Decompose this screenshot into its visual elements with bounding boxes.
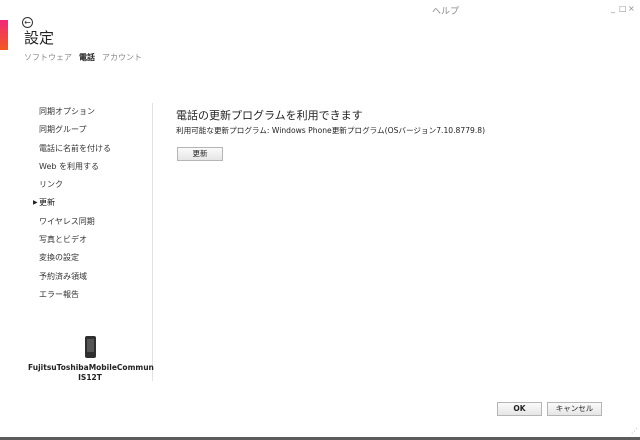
sidebar-item-label: ワイヤレス同期 [39, 216, 95, 226]
sidebar-item-photos-videos[interactable]: 写真とビデオ [28, 231, 152, 249]
device-info: FujitsuToshibaMobileCommun IS12T [28, 336, 154, 383]
tab-account[interactable]: アカウント [102, 52, 142, 63]
back-arrow-icon: ← [24, 18, 31, 27]
cancel-button[interactable]: キャンセル [547, 402, 602, 416]
sidebar-item-label: 写真とビデオ [39, 235, 87, 245]
device-name: FujitsuToshibaMobileCommun IS12T [28, 363, 154, 382]
page-title: 設定 [24, 29, 55, 47]
window-controls: _ □ × [610, 4, 635, 13]
minimize-icon[interactable]: _ [610, 4, 616, 13]
ok-button[interactable]: OK [497, 402, 542, 416]
close-icon[interactable]: × [628, 4, 635, 13]
update-heading: 電話の更新プログラムを利用できます [176, 109, 363, 122]
sidebar-item-label: リンク [39, 180, 63, 190]
sidebar-item-update[interactable]: ▶ 更新 [28, 194, 152, 212]
sidebar-item-wireless-sync[interactable]: ワイヤレス同期 [28, 213, 152, 231]
sidebar-item-label: 予約済み領域 [39, 271, 87, 281]
sidebar-item-label: 更新 [39, 198, 55, 208]
sidebar-item-name-phone[interactable]: 電話に名前を付ける [28, 140, 152, 158]
tab-phone[interactable]: 電話 [79, 52, 95, 63]
sidebar-item-label: 変換の設定 [39, 253, 79, 263]
accent-bar [0, 20, 8, 50]
sidebar-item-label: 同期グループ [39, 125, 87, 135]
sidebar-item-sync-groups[interactable]: 同期グループ [28, 121, 152, 139]
sidebar-item-reserved-space[interactable]: 予約済み領域 [28, 268, 152, 286]
help-link[interactable]: ヘルプ [432, 4, 459, 17]
maximize-icon[interactable]: □ [619, 4, 627, 13]
sidebar-item-link[interactable]: リンク [28, 176, 152, 194]
sidebar-item-label: 同期オプション [39, 107, 95, 116]
sidebar-item-label: エラー報告 [39, 289, 79, 299]
phone-icon [84, 336, 96, 358]
update-button[interactable]: 更新 [177, 147, 223, 161]
tab-software[interactable]: ソフトウェア [24, 52, 72, 63]
sidebar-item-use-web[interactable]: Web を利用する [28, 158, 152, 176]
sidebar-item-error-reporting[interactable]: エラー報告 [28, 286, 152, 304]
update-description: 利用可能な更新プログラム: Windows Phone更新プログラム(OSバージ… [176, 126, 486, 135]
sidebar-item-label: Web を利用する [39, 161, 99, 171]
sidebar-item-label: 電話に名前を付ける [39, 143, 111, 153]
sidebar-item-conversion-settings[interactable]: 変換の設定 [28, 249, 152, 267]
sidebar-item-sync-options[interactable]: 同期オプション [28, 103, 152, 121]
resize-grip-icon[interactable]: ⋰ [631, 427, 638, 435]
settings-sidebar: 同期オプション 同期グループ 電話に名前を付ける Web を利用する リンク ▶… [28, 103, 152, 304]
sidebar-divider [152, 103, 153, 381]
selected-marker-icon: ▶ [33, 199, 38, 207]
top-tabs: ソフトウェア 電話 アカウント [24, 52, 142, 63]
